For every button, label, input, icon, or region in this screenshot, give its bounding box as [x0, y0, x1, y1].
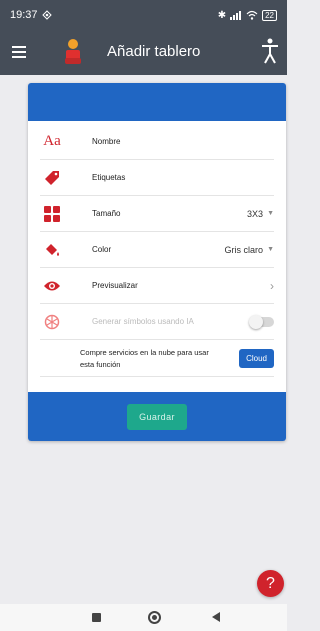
tags-row[interactable]: Etiquetas — [40, 160, 274, 196]
card-header — [28, 83, 286, 121]
status-right: ✱ 22 — [217, 9, 277, 21]
card-footer: Guardar — [28, 392, 286, 441]
size-label: Tamaño — [92, 209, 121, 218]
cloud-row: Compre servicios en la nube para usar es… — [40, 341, 274, 377]
size-row[interactable]: Tamaño 3X3 ▼ — [40, 196, 274, 232]
add-board-card: Aa Nombre Etiquetas Tamaño 3X3 ▼ Color G… — [28, 83, 286, 441]
size-value: 3X3 — [247, 208, 264, 219]
notification-icon — [41, 10, 52, 20]
eye-icon — [40, 276, 64, 296]
paint-bucket-icon — [40, 240, 64, 260]
save-button[interactable]: Guardar — [127, 403, 187, 430]
avatar-icon[interactable] — [62, 38, 84, 66]
preview-row[interactable]: Previsualizar › — [40, 268, 274, 304]
name-row[interactable]: Aa Nombre — [40, 124, 274, 160]
ai-symbols-label: Generar símbolos usando IA — [92, 317, 194, 326]
app-bar: Añadir tablero — [0, 30, 287, 75]
color-select[interactable]: Gris claro ▼ — [225, 245, 274, 255]
accessibility-icon[interactable] — [261, 38, 279, 64]
cloud-message-line2: esta función — [80, 359, 121, 369]
color-label: Color — [92, 245, 112, 254]
cloud-button[interactable]: Cloud — [239, 349, 274, 368]
name-label: Nombre — [92, 137, 121, 146]
grid-icon — [40, 204, 64, 224]
back-icon[interactable] — [212, 612, 220, 622]
tags-label: Etiquetas — [92, 173, 126, 182]
preview-label: Previsualizar — [92, 281, 138, 290]
help-button[interactable]: ? — [257, 570, 284, 597]
status-left: 19:37 — [10, 9, 52, 21]
font-icon: Aa — [43, 133, 61, 149]
cloud-message-line1: Compre servicios en la nube para usar — [80, 347, 209, 357]
page-title: Añadir tablero — [107, 43, 201, 60]
color-value: Gris claro — [224, 244, 264, 255]
ai-icon — [40, 312, 64, 332]
cloud-message: Compre servicios en la nube para usar es… — [80, 347, 239, 371]
wifi-icon — [246, 10, 258, 20]
bluetooth-icon: ✱ — [217, 9, 227, 21]
ai-symbols-row: Generar símbolos usando IA — [40, 304, 274, 340]
dropdown-icon: ▼ — [267, 210, 274, 217]
system-nav-bar — [0, 604, 287, 631]
status-bar: 19:37 ✱ 22 — [0, 0, 287, 30]
chevron-right-icon: › — [270, 278, 274, 293]
status-time: 19:37 — [10, 9, 38, 21]
menu-icon[interactable] — [12, 46, 26, 58]
dropdown-icon: ▼ — [267, 246, 274, 253]
size-select[interactable]: 3X3 ▼ — [247, 209, 274, 219]
color-row[interactable]: Color Gris claro ▼ — [40, 232, 274, 268]
recents-icon[interactable] — [92, 613, 101, 622]
tag-icon — [40, 168, 64, 188]
home-icon[interactable] — [148, 611, 161, 624]
signal-icon — [230, 11, 242, 20]
ai-toggle[interactable] — [249, 314, 274, 329]
battery-icon: 22 — [262, 9, 277, 21]
